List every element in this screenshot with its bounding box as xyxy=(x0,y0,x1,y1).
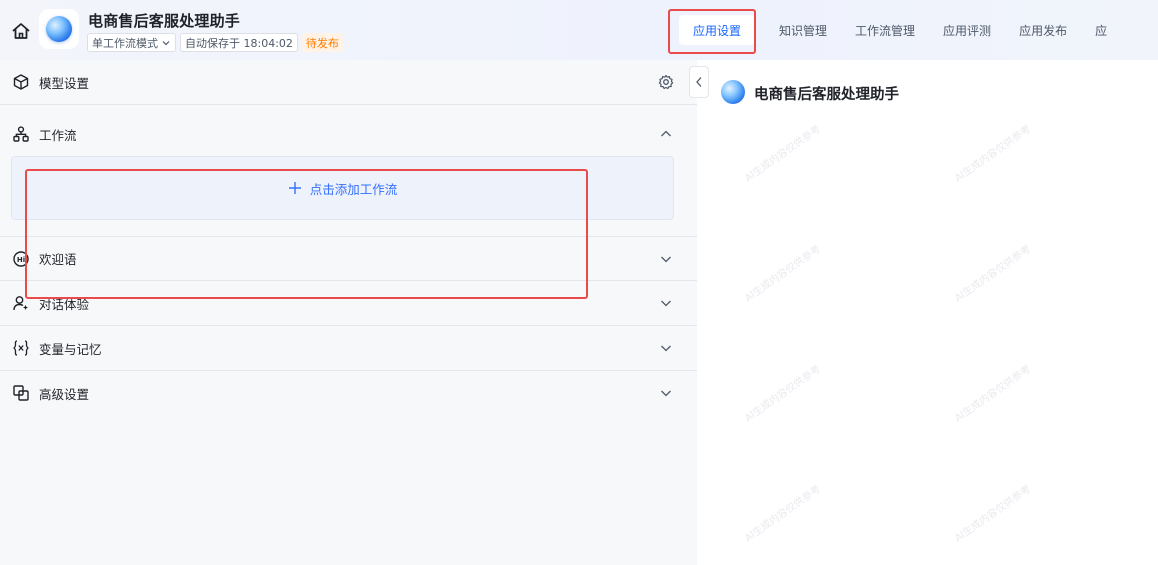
chevron-up-icon[interactable] xyxy=(658,126,674,142)
section-label-dialog: 对话体验 xyxy=(39,296,90,312)
tab-workflow-management[interactable]: 工作流管理 xyxy=(841,15,929,45)
copy-icon xyxy=(13,385,29,401)
section-advanced-settings[interactable]: 高级设置 xyxy=(0,371,697,416)
section-label-model: 模型设置 xyxy=(39,75,90,91)
chevron-down-icon[interactable] xyxy=(658,385,674,401)
config-panel: 模型设置 工作流 点击添加工作流 Hi 欢迎语 对话体验 变量与记忆 高级设置 xyxy=(0,60,697,565)
section-workflow[interactable]: 工作流 xyxy=(0,112,697,157)
preview-panel: 电商售后客服处理助手 AI生成内容仅供参考 AI生成内容仅供参考 AI生成内容仅… xyxy=(697,60,1158,565)
watermark-text: AI生成内容仅供参考 xyxy=(743,243,823,305)
workflow-icon xyxy=(13,126,29,142)
app-meta-row: 单工作流模式 自动保存于 18:04:02 待发布 xyxy=(87,33,343,52)
section-label-welcome: 欢迎语 xyxy=(39,252,77,267)
svg-text:Hi: Hi xyxy=(17,256,25,264)
section-label-advanced: 高级设置 xyxy=(39,387,90,402)
watermark-text: AI生成内容仅供参考 xyxy=(743,483,823,545)
preview-title: 电商售后客服处理助手 xyxy=(754,87,899,103)
watermark-text: AI生成内容仅供参考 xyxy=(953,123,1033,185)
watermark-text: AI生成内容仅供参考 xyxy=(743,123,823,185)
chevron-down-icon[interactable] xyxy=(658,251,674,267)
section-label-workflow: 工作流 xyxy=(39,128,77,143)
user-chat-icon xyxy=(13,296,28,311)
section-variables-memory[interactable]: 变量与记忆 xyxy=(0,326,697,371)
status-badge: 待发布 xyxy=(301,33,343,52)
plus-icon xyxy=(288,182,301,194)
watermark-text: AI生成内容仅供参考 xyxy=(743,363,823,425)
home-icon[interactable] xyxy=(10,20,32,42)
mode-select-label: 单工作流模式 xyxy=(92,36,158,50)
chevron-down-icon[interactable] xyxy=(658,295,674,311)
tab-knowledge[interactable]: 知识管理 xyxy=(765,15,841,45)
watermark-text: AI生成内容仅供参考 xyxy=(953,243,1033,305)
collapse-panel-button[interactable] xyxy=(689,66,709,98)
chevron-left-icon xyxy=(696,77,702,87)
tab-more[interactable]: 应 xyxy=(1081,15,1121,45)
app-title: 电商售后客服处理助手 xyxy=(88,12,241,30)
cube-icon xyxy=(13,74,29,90)
app-page: 电商售后客服处理助手 单工作流模式 自动保存于 18:04:02 待发布 应用设… xyxy=(0,0,1158,565)
gear-icon[interactable] xyxy=(658,74,674,90)
tab-publish[interactable]: 应用发布 xyxy=(1005,15,1081,45)
add-workflow-button[interactable]: 点击添加工作流 xyxy=(11,156,674,220)
top-tabs: 应用设置 知识管理 工作流管理 应用评测 应用发布 应 xyxy=(679,15,1121,45)
add-workflow-label: 点击添加工作流 xyxy=(309,181,398,197)
section-dialog-experience[interactable]: 对话体验 xyxy=(0,281,697,326)
chevron-down-icon xyxy=(162,40,170,45)
variable-icon xyxy=(13,340,29,356)
preview-app-logo xyxy=(721,80,745,104)
top-header: 电商售后客服处理助手 单工作流模式 自动保存于 18:04:02 待发布 应用设… xyxy=(0,0,1158,60)
section-label-variables: 变量与记忆 xyxy=(39,341,102,357)
autosave-text: 自动保存于 18:04:02 xyxy=(180,33,298,52)
chevron-down-icon[interactable] xyxy=(658,340,674,356)
section-welcome[interactable]: Hi 欢迎语 xyxy=(0,236,697,281)
watermark-text: AI生成内容仅供参考 xyxy=(953,363,1033,425)
watermark-text: AI生成内容仅供参考 xyxy=(953,483,1033,545)
tab-evaluation[interactable]: 应用评测 xyxy=(929,15,1005,45)
app-logo-orb xyxy=(46,16,72,42)
tab-app-settings[interactable]: 应用设置 xyxy=(679,15,756,45)
section-model-settings[interactable]: 模型设置 xyxy=(0,60,697,105)
hi-icon: Hi xyxy=(13,251,29,267)
mode-select[interactable]: 单工作流模式 xyxy=(87,33,176,52)
app-avatar xyxy=(39,9,79,49)
